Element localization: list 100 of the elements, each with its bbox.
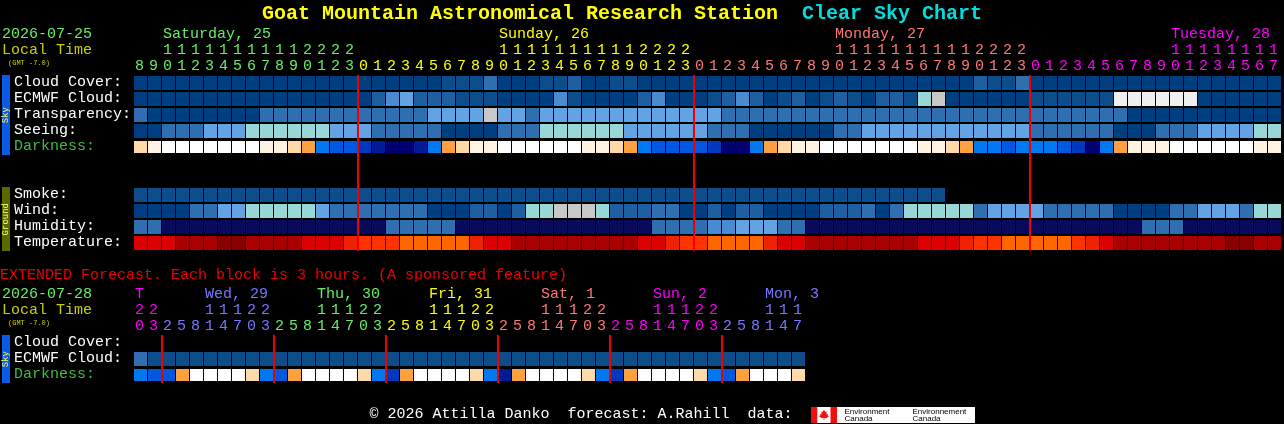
hour-label: 17: [568, 303, 579, 335]
hour-label: 10: [834, 43, 845, 75]
hour-label: 5: [764, 57, 775, 75]
hour-label: 23: [1016, 43, 1027, 75]
hour-label: 10: [498, 43, 509, 75]
hour-label: 14: [442, 303, 453, 335]
hour-label: 3: [736, 57, 747, 75]
hour-label: 8: [134, 57, 145, 75]
hour-label: 9: [484, 57, 495, 75]
hour-label: 8: [750, 317, 761, 335]
hour-label: 12: [862, 43, 873, 75]
station-title: Goat Mountain Astronomical Research Station: [261, 1, 779, 26]
hour-label: 20: [470, 303, 481, 335]
hour-label: 19: [960, 43, 971, 75]
hour-label: 2: [386, 57, 397, 75]
group-bar: Sky: [2, 75, 10, 155]
hour-label: 8: [414, 317, 425, 335]
hour-label: 13: [204, 43, 215, 75]
hour-label: 18: [610, 43, 621, 75]
hour-label: 7: [792, 57, 803, 75]
data-credit: data:: [747, 407, 793, 423]
hour-label: 3: [1072, 57, 1083, 75]
hour-label: 5: [400, 317, 411, 335]
hour-label: 16: [1254, 43, 1265, 75]
hour-label: 10: [1170, 43, 1181, 75]
hour-label: 16: [582, 43, 593, 75]
row-label: Seeing:: [14, 123, 78, 139]
hour-label: 2: [386, 317, 397, 335]
hour-label: 17: [260, 43, 271, 75]
hour-label: 17: [456, 303, 467, 335]
forecast-credit: forecast: A.Rahill: [567, 407, 730, 423]
hour-label: 11: [204, 303, 215, 335]
row-label: ECMWF Cloud:: [14, 91, 124, 107]
hour-label: 13: [876, 43, 887, 75]
hour-label: 11: [512, 43, 523, 75]
hour-label: 8: [470, 57, 481, 75]
row-label: Wind:: [14, 203, 60, 219]
hour-label: 11: [764, 303, 775, 335]
row-label: Temperature:: [14, 235, 124, 251]
hour-label: 9: [820, 57, 831, 75]
hour-label: 15: [568, 43, 579, 75]
hour-label: 17: [932, 43, 943, 75]
local-time-label: Local Time: [2, 43, 92, 59]
hour-label: 6: [442, 57, 453, 75]
hour-label: 9: [1156, 57, 1167, 75]
hour-label: 2: [162, 317, 173, 335]
hour-label: 17: [792, 303, 803, 335]
hour-label: 20: [582, 303, 593, 335]
hour-label: 8: [190, 317, 201, 335]
hour-label: 5: [624, 317, 635, 335]
hour-label: 5: [176, 317, 187, 335]
forecast-date: 2026-07-25: [2, 27, 92, 43]
hour-label: 17: [344, 303, 355, 335]
hour-label: 8: [526, 317, 537, 335]
hour-label: 23: [708, 303, 719, 335]
hour-label: 11: [1184, 43, 1195, 75]
hour-label: 4: [750, 57, 761, 75]
hour-label: 23: [484, 303, 495, 335]
hour-label: 20: [638, 43, 649, 75]
hour-label: 5: [428, 57, 439, 75]
hour-label: 12: [190, 43, 201, 75]
hour-label: 22: [330, 43, 341, 75]
hour-label: 2: [498, 317, 509, 335]
hour-label: 14: [218, 303, 229, 335]
hour-label: 14: [330, 303, 341, 335]
row-label: Smoke:: [14, 187, 69, 203]
hour-label: 14: [890, 43, 901, 75]
hour-label: 18: [274, 43, 285, 75]
row-label: ECMWF Cloud:: [14, 351, 124, 367]
hour-label: 5: [288, 317, 299, 335]
hour-label: 8: [1142, 57, 1153, 75]
hour-label: 17: [596, 43, 607, 75]
hour-label: 17: [232, 303, 243, 335]
group-bar: Ground: [2, 187, 10, 251]
hour-label: 13: [1212, 43, 1223, 75]
row-label: Darkness:: [14, 139, 96, 155]
hour-label: 1: [1044, 57, 1055, 75]
day-label: Wed, 29: [205, 286, 268, 303]
hour-label: 0: [358, 57, 369, 75]
hour-label: 6: [1114, 57, 1125, 75]
hour-label: 23: [148, 303, 159, 335]
day-label: Sat, 1: [541, 286, 595, 303]
hour-label: 21: [988, 43, 999, 75]
row-label: Cloud Cover:: [14, 335, 124, 351]
hour-label: 1: [372, 57, 383, 75]
hour-label: 21: [652, 43, 663, 75]
hour-label: 17: [680, 303, 691, 335]
day-label: Fri, 31: [429, 286, 492, 303]
hour-label: 6: [778, 57, 789, 75]
hour-label: 5: [736, 317, 747, 335]
hour-label: 20: [246, 303, 257, 335]
day-label: Sun, 2: [653, 286, 707, 303]
hour-label: 8: [806, 57, 817, 75]
hour-label: 2: [274, 317, 285, 335]
hour-label: 14: [554, 43, 565, 75]
hour-label: 23: [344, 43, 355, 75]
hour-label: 11: [428, 303, 439, 335]
row-label: Humidity:: [14, 219, 96, 235]
agency-wordmark: Environment Canada: [844, 408, 891, 422]
hour-label: 14: [1226, 43, 1237, 75]
